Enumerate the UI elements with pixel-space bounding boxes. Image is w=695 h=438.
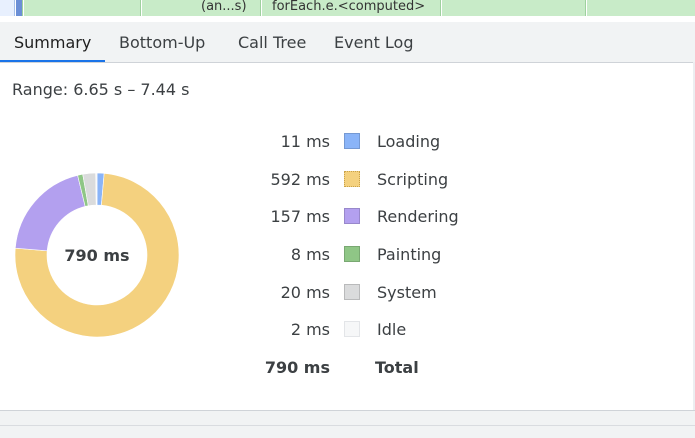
legend-swatch-system (344, 284, 360, 300)
donut-center-total: 790 ms (64, 245, 130, 265)
legend-value-system: 20 ms (280, 283, 330, 302)
legend-row-painting: 8 ms Painting (230, 243, 480, 267)
flame-block-4[interactable] (442, 0, 586, 16)
legend-swatch-idle (344, 321, 360, 337)
tab-event-log[interactable]: Event Log (334, 22, 414, 62)
range-label: Range: 6.65 s – 7.44 s (12, 80, 190, 99)
flame-block-left-edge[interactable] (0, 0, 15, 16)
legend-value-scripting: 592 ms (270, 170, 330, 189)
flame-block-left-edge-2[interactable] (16, 0, 23, 16)
legend-swatch-rendering (344, 208, 360, 224)
legend-row-total: 790 ms Total (230, 356, 480, 380)
flame-chart-strip[interactable]: (an...s) forEach.e.<computed> (0, 0, 695, 23)
legend-row-scripting: 592 ms Scripting (230, 168, 480, 192)
legend-value-total: 790 ms (264, 358, 330, 377)
flame-block-1[interactable] (24, 0, 141, 16)
legend-label-rendering: Rendering (377, 207, 459, 226)
legend-row-system: 20 ms System (230, 281, 480, 305)
legend-label-painting: Painting (377, 245, 442, 264)
legend-label-loading: Loading (377, 132, 441, 151)
legend-value-loading: 11 ms (280, 132, 330, 151)
legend-row-rendering: 157 ms Rendering (230, 205, 480, 229)
legend-swatch-scripting (344, 171, 360, 187)
legend-label-idle: Idle (377, 320, 407, 339)
tab-summary[interactable]: Summary (14, 22, 91, 62)
tab-call-tree[interactable]: Call Tree (238, 22, 306, 62)
bottom-status-bar (0, 410, 695, 438)
legend-label-total: Total (375, 358, 419, 377)
legend-label-system: System (377, 283, 437, 302)
active-tab-indicator (0, 60, 105, 62)
legend-row-idle: 2 ms Idle (230, 318, 480, 342)
legend-label-scripting: Scripting (377, 170, 449, 189)
legend-value-rendering: 157 ms (270, 207, 330, 226)
flame-label-left: (an...s) (201, 0, 247, 14)
legend-value-painting: 8 ms (290, 245, 330, 264)
legend-swatch-painting (344, 246, 360, 262)
legend-row-loading: 11 ms Loading (230, 130, 480, 154)
legend-value-idle: 2 ms (290, 320, 330, 339)
legend-swatch-loading (344, 133, 360, 149)
summary-donut-chart: 790 ms (14, 172, 180, 338)
flame-label-right: forEach.e.<computed> (272, 0, 426, 14)
tab-bar: Summary Bottom-Up Call Tree Event Log (0, 22, 695, 63)
flame-block-5[interactable] (587, 0, 695, 16)
tab-bottom-up[interactable]: Bottom-Up (119, 22, 205, 62)
bottom-divider (0, 425, 695, 426)
